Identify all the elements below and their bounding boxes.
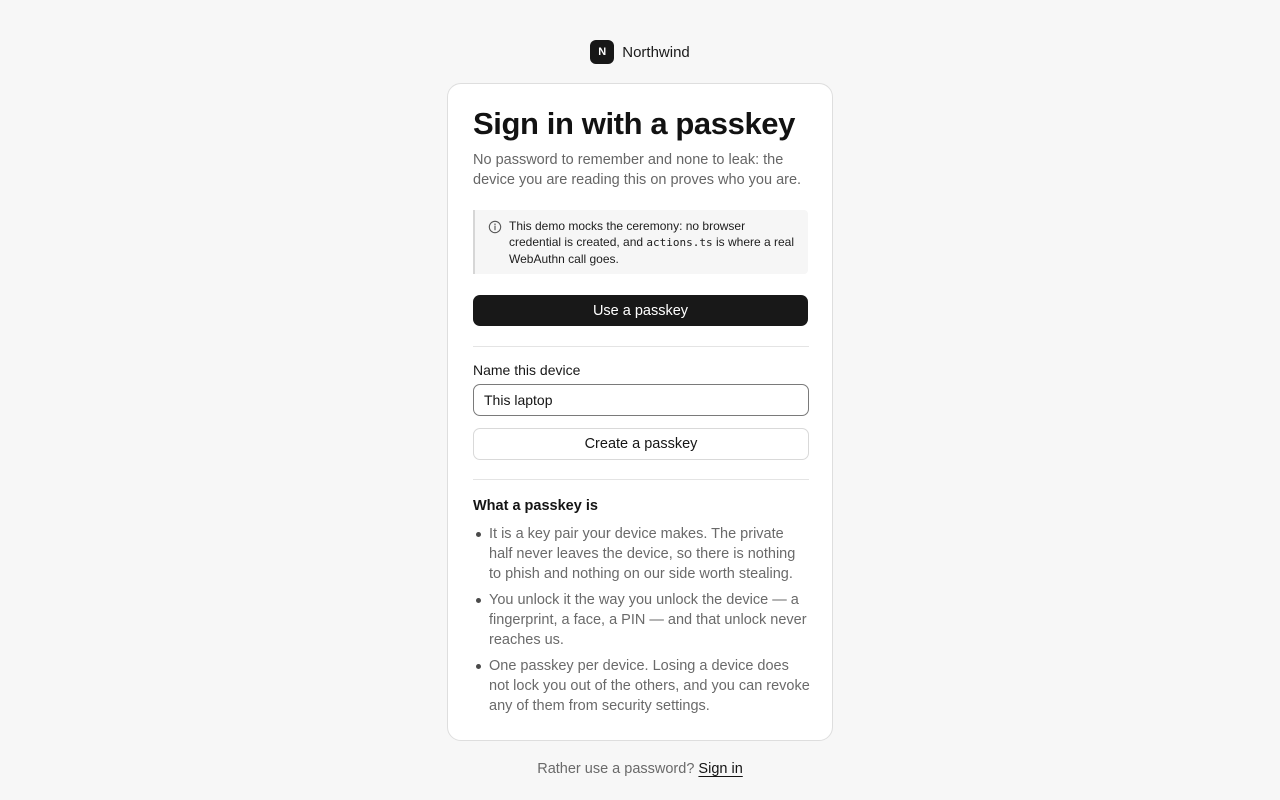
footer: Rather use a password? Sign in	[0, 761, 1280, 777]
info-icon	[488, 220, 502, 234]
brand: N Northwind	[0, 40, 1280, 64]
device-name-input[interactable]	[473, 384, 809, 416]
use-passkey-button[interactable]: Use a passkey	[473, 295, 808, 326]
facts-heading: What a passkey is	[473, 498, 598, 514]
facts-list: It is a key pair your device makes. The …	[473, 524, 811, 722]
notice-text: This demo mocks the ceremony: no browser…	[509, 219, 795, 266]
divider	[473, 346, 809, 347]
list-item: You unlock it the way you unlock the dev…	[473, 590, 811, 650]
list-item: It is a key pair your device makes. The …	[473, 524, 811, 584]
sign-in-card: Sign in with a passkey No password to re…	[447, 83, 833, 741]
list-item: One passkey per device. Losing a device …	[473, 656, 811, 716]
sign-in-link[interactable]: Sign in	[698, 761, 742, 777]
page-title: Sign in with a passkey	[473, 106, 795, 141]
demo-notice: This demo mocks the ceremony: no browser…	[473, 210, 808, 274]
footer-prompt: Rather use a password?	[537, 761, 699, 777]
brand-name: Northwind	[622, 43, 690, 61]
page-subtitle: No password to remember and none to leak…	[473, 152, 802, 188]
device-name-label: Name this device	[473, 362, 581, 378]
notice-code: actions.ts	[646, 236, 713, 249]
divider	[473, 479, 809, 480]
create-passkey-button[interactable]: Create a passkey	[473, 428, 809, 460]
brand-logo: N	[590, 40, 615, 64]
